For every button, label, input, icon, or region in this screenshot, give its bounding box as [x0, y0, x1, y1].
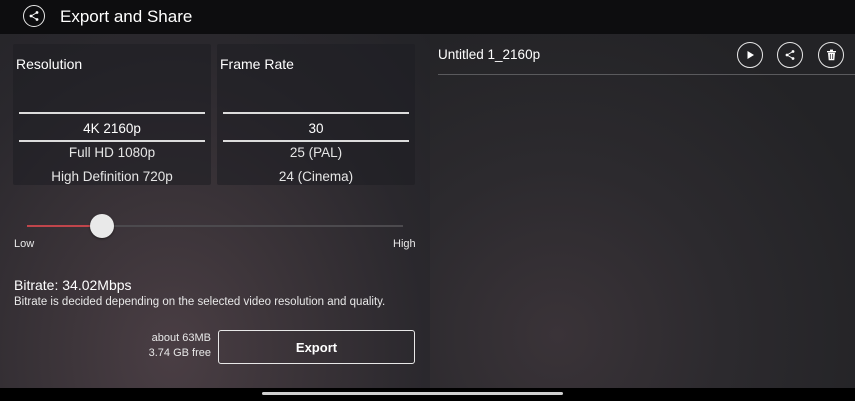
share-button[interactable] — [777, 42, 803, 68]
trash-icon — [826, 49, 836, 61]
resolution-label: Resolution — [16, 56, 83, 72]
delete-button[interactable] — [818, 42, 844, 68]
resolution-option[interactable]: 4K 2160p — [19, 121, 205, 136]
bitrate-value: Bitrate: 34.02Mbps — [14, 277, 132, 293]
share-icon — [785, 50, 795, 60]
estimated-size: about 63MB — [151, 332, 211, 344]
home-indicator[interactable] — [262, 392, 563, 395]
picker-divider-bottom — [223, 140, 409, 142]
project-file-name: Untitled 1_2160p — [438, 47, 541, 62]
project-panel: Untitled 1_2160p — [430, 34, 855, 388]
page-title: Export and Share — [60, 7, 193, 26]
frame-rate-label: Frame Rate — [220, 56, 294, 72]
export-settings-panel: Resolution 4K 2160p Full HD 1080p High D… — [0, 34, 430, 388]
quality-low-label: Low — [14, 238, 35, 250]
export-size-info: about 63MB 3.74 GB free — [149, 331, 211, 361]
top-bar: Export and Share — [0, 0, 855, 34]
picker-divider-bottom — [19, 140, 205, 142]
quality-slider-thumb[interactable] — [90, 214, 115, 238]
play-button[interactable] — [737, 42, 763, 68]
frame-rate-option[interactable]: 30 — [223, 121, 409, 136]
free-space: 3.74 GB free — [148, 347, 211, 359]
play-icon — [747, 51, 754, 59]
resolution-picker-panel: Resolution 4K 2160p Full HD 1080p High D… — [13, 44, 211, 185]
export-button[interactable]: Export — [218, 330, 415, 364]
picker-divider-top — [19, 112, 205, 114]
frame-rate-option[interactable]: 25 (PAL) — [223, 145, 409, 160]
quality-high-label: High — [393, 238, 416, 250]
resolution-option[interactable]: Full HD 1080p — [19, 145, 205, 160]
share-back-icon[interactable] — [23, 5, 45, 27]
frame-rate-picker-panel: Frame Rate 30 25 (PAL) 24 (Cinema) — [217, 44, 415, 185]
picker-divider-top — [223, 112, 409, 114]
resolution-option[interactable]: High Definition 720p — [19, 169, 205, 184]
project-divider — [438, 74, 855, 75]
frame-rate-option[interactable]: 24 (Cinema) — [223, 169, 409, 184]
bitrate-note: Bitrate is decided depending on the sele… — [14, 296, 386, 308]
